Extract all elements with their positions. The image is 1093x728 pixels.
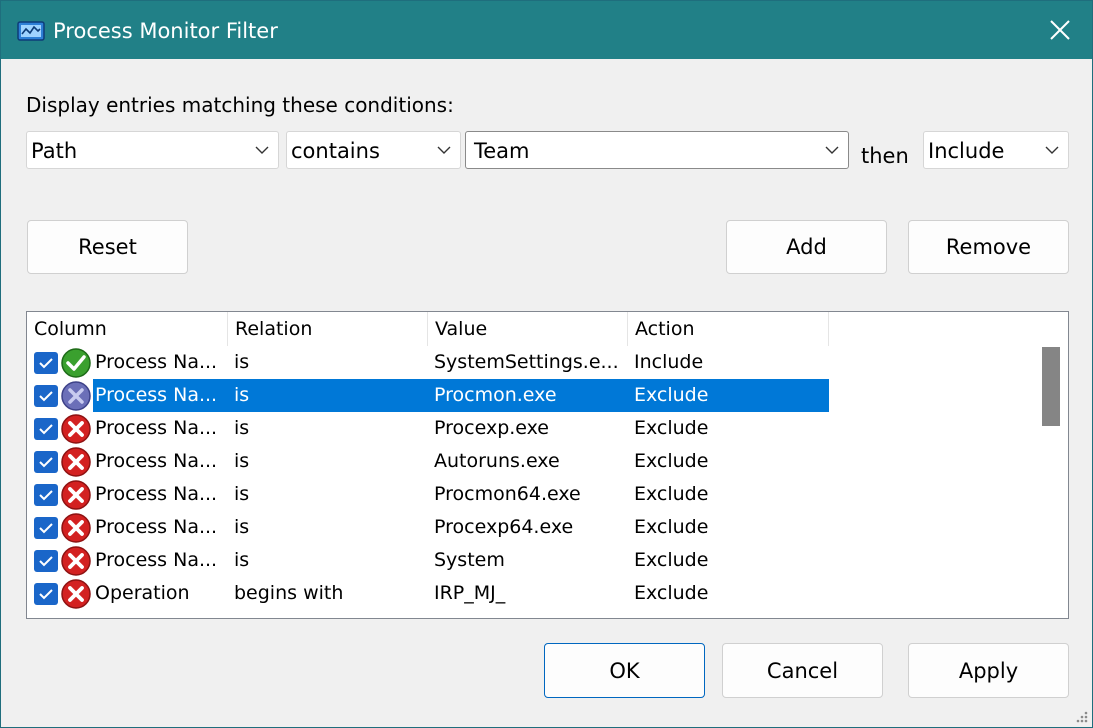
- cell-column: Process Na...: [95, 417, 218, 439]
- exclude-x-icon: [60, 446, 92, 478]
- cell-value: SystemSettings.e...: [434, 351, 619, 373]
- include-check-icon: [60, 347, 92, 379]
- cell-value: IRP_MJ_: [434, 582, 506, 604]
- exclude-x-icon: [60, 479, 92, 511]
- cell-action: Exclude: [634, 516, 709, 538]
- row-enabled-checkbox[interactable]: [34, 583, 58, 605]
- remove-button[interactable]: Remove: [908, 220, 1069, 274]
- cell-relation: begins with: [234, 582, 344, 604]
- exclude-x-icon: [60, 413, 92, 445]
- cell-action: Exclude: [634, 549, 709, 571]
- cell-relation: is: [234, 516, 250, 538]
- exclude-x-icon: [60, 545, 92, 577]
- chevron-down-icon: [437, 146, 451, 154]
- cell-action: Exclude: [634, 384, 709, 406]
- cell-relation: is: [234, 483, 250, 505]
- column-header-relation[interactable]: Relation: [228, 312, 428, 346]
- cell-value: Autoruns.exe: [434, 450, 560, 472]
- title-bar[interactable]: Process Monitor Filter: [1, 1, 1092, 59]
- cell-action: Exclude: [634, 417, 709, 439]
- row-enabled-checkbox[interactable]: [34, 418, 58, 440]
- cell-column: Process Na...: [95, 351, 218, 373]
- window-title: Process Monitor Filter: [53, 19, 278, 43]
- cell-column: Process Na...: [95, 483, 218, 505]
- cell-column: Operation: [95, 582, 190, 604]
- reset-button[interactable]: Reset: [27, 220, 188, 274]
- exclude-disabled-icon: [60, 380, 92, 412]
- relation-dropdown-value: contains: [291, 139, 380, 163]
- cell-relation: is: [234, 549, 250, 571]
- cell-column: Process Na...: [95, 549, 218, 571]
- column-dropdown-value: Path: [31, 139, 78, 163]
- cell-relation: is: [234, 417, 250, 439]
- resize-grip-icon[interactable]: [1073, 708, 1089, 724]
- action-dropdown[interactable]: Include: [923, 131, 1069, 169]
- cell-relation: is: [234, 450, 250, 472]
- conditions-prompt: Display entries matching these condition…: [26, 93, 454, 117]
- table-row[interactable]: Operation begins with IRP_MJ_ Exclude: [27, 577, 1037, 610]
- chevron-down-icon: [825, 146, 839, 154]
- exclude-x-icon: [60, 578, 92, 610]
- cell-column: Process Na...: [95, 384, 218, 406]
- cell-value: Procmon64.exe: [434, 483, 581, 505]
- cell-value: System: [434, 549, 505, 571]
- chevron-down-icon: [1045, 146, 1059, 154]
- table-row[interactable]: Process Na... is System Exclude: [27, 544, 1037, 577]
- cell-value: Procmon.exe: [434, 384, 557, 406]
- close-button[interactable]: [1028, 1, 1092, 59]
- ok-button[interactable]: OK: [544, 643, 705, 698]
- cell-action: Exclude: [634, 582, 709, 604]
- cell-action: Include: [634, 351, 704, 373]
- add-button[interactable]: Add: [726, 220, 887, 274]
- table-row[interactable]: Process Na... is Procmon.exe Exclude: [27, 379, 1037, 412]
- cell-relation: is: [234, 384, 250, 406]
- cell-column: Process Na...: [95, 450, 218, 472]
- process-monitor-app-icon: [17, 21, 45, 41]
- cell-action: Exclude: [634, 483, 709, 505]
- column-dropdown[interactable]: Path: [26, 131, 279, 169]
- apply-button[interactable]: Apply: [908, 643, 1069, 698]
- close-icon: [1050, 20, 1070, 40]
- table-row[interactable]: Process Na... is Procmon64.exe Exclude: [27, 478, 1037, 511]
- filter-dialog: Process Monitor Filter Display entries m…: [0, 0, 1093, 728]
- row-enabled-checkbox[interactable]: [34, 352, 58, 374]
- cell-value: Procexp.exe: [434, 417, 549, 439]
- exclude-x-icon: [60, 512, 92, 544]
- row-enabled-checkbox[interactable]: [34, 484, 58, 506]
- table-row[interactable]: Process Na... is Procexp64.exe Exclude: [27, 511, 1037, 544]
- filter-list[interactable]: Column Relation Value Action Process Na.…: [26, 311, 1069, 619]
- value-combo-text: Team: [474, 139, 530, 163]
- cancel-button[interactable]: Cancel: [722, 643, 883, 698]
- table-row[interactable]: Process Na... is Procexp.exe Exclude: [27, 412, 1037, 445]
- row-enabled-checkbox[interactable]: [34, 517, 58, 539]
- column-header-action[interactable]: Action: [628, 312, 829, 346]
- relation-dropdown[interactable]: contains: [286, 131, 461, 169]
- cell-value: Procexp64.exe: [434, 516, 574, 538]
- row-enabled-checkbox[interactable]: [34, 550, 58, 572]
- cell-column: Process Na...: [95, 516, 218, 538]
- table-row[interactable]: Process Na... is SystemSettings.e... Includ…: [27, 346, 1037, 379]
- cell-relation: is: [234, 351, 250, 373]
- column-header-column[interactable]: Column: [27, 312, 228, 346]
- cell-action: Exclude: [634, 450, 709, 472]
- row-enabled-checkbox[interactable]: [34, 451, 58, 473]
- then-label: then: [861, 144, 909, 168]
- chevron-down-icon: [255, 146, 269, 154]
- action-dropdown-value: Include: [928, 139, 1005, 163]
- row-enabled-checkbox[interactable]: [34, 385, 58, 407]
- value-combo-input[interactable]: Team: [465, 131, 849, 169]
- table-row[interactable]: Process Na... is Autoruns.exe Exclude: [27, 445, 1037, 478]
- column-header-value[interactable]: Value: [428, 312, 628, 346]
- vertical-scrollbar-thumb[interactable]: [1042, 347, 1060, 426]
